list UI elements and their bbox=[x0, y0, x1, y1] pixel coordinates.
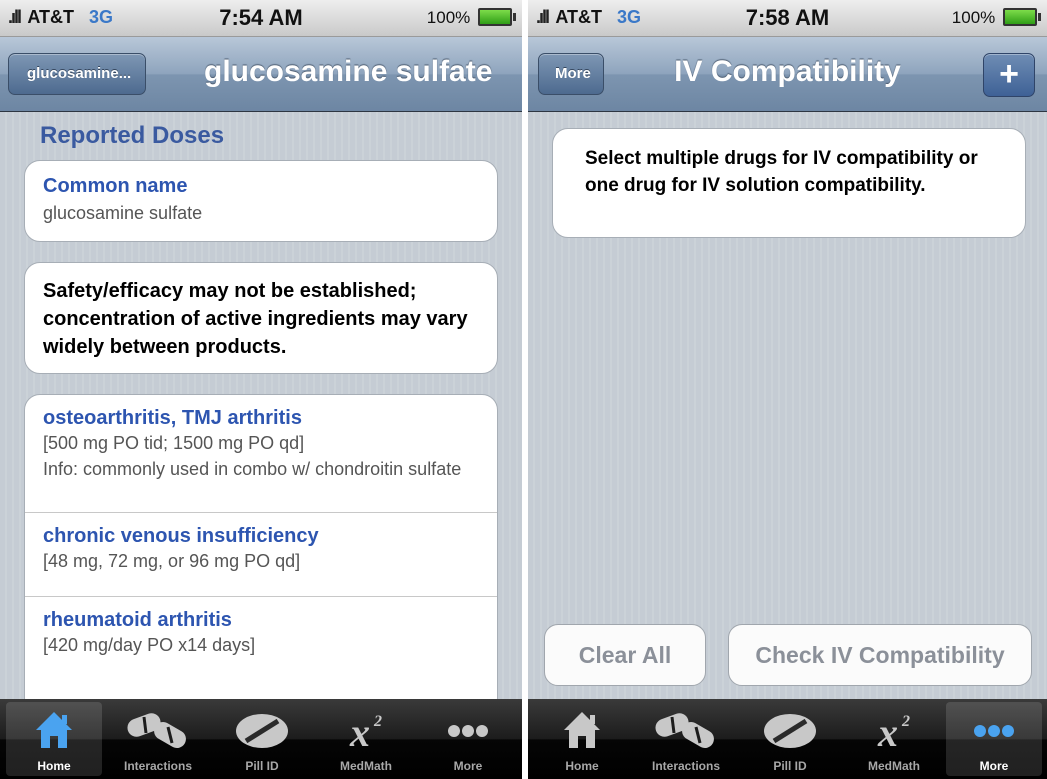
left-screen: .ıll AT&T 3G 7:54 AM 100% glucosamine...… bbox=[0, 0, 522, 779]
clear-all-button[interactable]: Clear All bbox=[544, 624, 706, 686]
pills-icon bbox=[110, 708, 206, 754]
page-title: IV Compatibility bbox=[674, 55, 901, 88]
tab-home[interactable]: Home bbox=[6, 702, 102, 776]
plus-icon: + bbox=[999, 55, 1019, 93]
tab-bar: Home Interactions Pill ID x2 MedMath Mor… bbox=[528, 699, 1047, 779]
status-bar: .ıll AT&T 3G 7:54 AM 100% bbox=[0, 0, 522, 37]
tab-label: Home bbox=[37, 759, 71, 773]
safety-warning-card: Safety/efficacy may not be established; … bbox=[24, 262, 498, 374]
back-button[interactable]: glucosamine... bbox=[8, 53, 147, 95]
dose-title: rheumatoid arthritis bbox=[43, 609, 232, 631]
tab-pill-id[interactable]: Pill ID bbox=[214, 702, 310, 776]
tab-label: Pill ID bbox=[245, 759, 279, 773]
x-squared-icon: x2 bbox=[846, 708, 942, 754]
instruction-card: Select multiple drugs for IV compatibili… bbox=[552, 128, 1026, 238]
safety-warning-text: Safety/efficacy may not be established; … bbox=[43, 280, 468, 358]
tab-medmath[interactable]: x2 MedMath bbox=[318, 702, 414, 776]
battery-icon bbox=[478, 8, 516, 26]
pill-icon bbox=[742, 708, 838, 754]
add-drug-button[interactable]: + bbox=[983, 53, 1035, 97]
dose-amount: [48 mg, 72 mg, or 96 mg PO qd] bbox=[43, 551, 301, 571]
navigation-bar: More IV Compatibility + bbox=[528, 37, 1047, 112]
more-icon bbox=[946, 708, 1042, 754]
dose-amount: [420 mg/day PO x14 days] bbox=[43, 635, 256, 655]
check-iv-compatibility-button[interactable]: Check IV Compatibility bbox=[728, 624, 1032, 686]
svg-text:2: 2 bbox=[373, 713, 382, 730]
tab-label: MedMath bbox=[868, 759, 920, 773]
tab-label: MedMath bbox=[340, 759, 392, 773]
tab-label: Pill ID bbox=[773, 759, 807, 773]
tab-more[interactable]: More bbox=[946, 702, 1042, 776]
home-icon bbox=[534, 708, 630, 754]
battery-percent: 100% bbox=[426, 8, 471, 27]
tab-more[interactable]: More bbox=[420, 702, 516, 776]
common-name-label: Common name bbox=[43, 175, 188, 197]
page-title: glucosamine sulfate bbox=[204, 55, 493, 88]
tab-label: Interactions bbox=[651, 759, 720, 773]
common-name-value: glucosamine sulfate bbox=[43, 203, 203, 223]
dose-title: osteoarthritis, TMJ arthritis bbox=[43, 407, 302, 429]
tab-interactions[interactable]: Interactions bbox=[110, 702, 206, 776]
tab-label: More bbox=[453, 759, 483, 773]
right-screen: .ıll AT&T 3G 7:58 AM 100% More IV Compat… bbox=[528, 0, 1047, 779]
pills-icon bbox=[638, 708, 734, 754]
tab-pill-id[interactable]: Pill ID bbox=[742, 702, 838, 776]
dose-info: Info: commonly used in combo w/ chondroi… bbox=[43, 459, 462, 479]
section-header: Reported Doses bbox=[40, 122, 225, 149]
instruction-text: Select multiple drugs for IV compatibili… bbox=[585, 148, 978, 196]
pill-icon bbox=[214, 708, 310, 754]
battery-percent: 100% bbox=[951, 8, 996, 27]
navigation-bar: glucosamine... glucosamine sulfate bbox=[0, 37, 522, 112]
svg-text:x: x bbox=[877, 710, 898, 754]
svg-text:x: x bbox=[349, 710, 370, 754]
tab-label: Interactions bbox=[123, 759, 192, 773]
home-icon bbox=[6, 708, 102, 754]
dose-title: chronic venous insufficiency bbox=[43, 525, 319, 547]
svg-text:2: 2 bbox=[901, 713, 910, 730]
common-name-card: Common name glucosamine sulfate bbox=[24, 160, 498, 242]
more-icon bbox=[420, 708, 516, 754]
tab-medmath[interactable]: x2 MedMath bbox=[846, 702, 942, 776]
list-item[interactable]: rheumatoid arthritis [420 mg/day PO x14 … bbox=[25, 597, 497, 687]
list-item[interactable]: osteoarthritis, TMJ arthritis [500 mg PO… bbox=[25, 395, 497, 513]
battery-icon bbox=[1003, 8, 1041, 26]
tab-bar: Home Interactions Pill ID x2 MedMath Mor… bbox=[0, 699, 522, 779]
tab-label: Home bbox=[565, 759, 599, 773]
status-bar: .ıll AT&T 3G 7:58 AM 100% bbox=[528, 0, 1047, 37]
doses-list: osteoarthritis, TMJ arthritis [500 mg PO… bbox=[24, 394, 498, 714]
tab-interactions[interactable]: Interactions bbox=[638, 702, 734, 776]
tab-label: More bbox=[979, 759, 1009, 773]
list-item[interactable]: chronic venous insufficiency [48 mg, 72 … bbox=[25, 513, 497, 597]
dose-amount: [500 mg PO tid; 1500 mg PO qd] bbox=[43, 433, 305, 453]
tab-home[interactable]: Home bbox=[534, 702, 630, 776]
x-squared-icon: x2 bbox=[318, 708, 414, 754]
